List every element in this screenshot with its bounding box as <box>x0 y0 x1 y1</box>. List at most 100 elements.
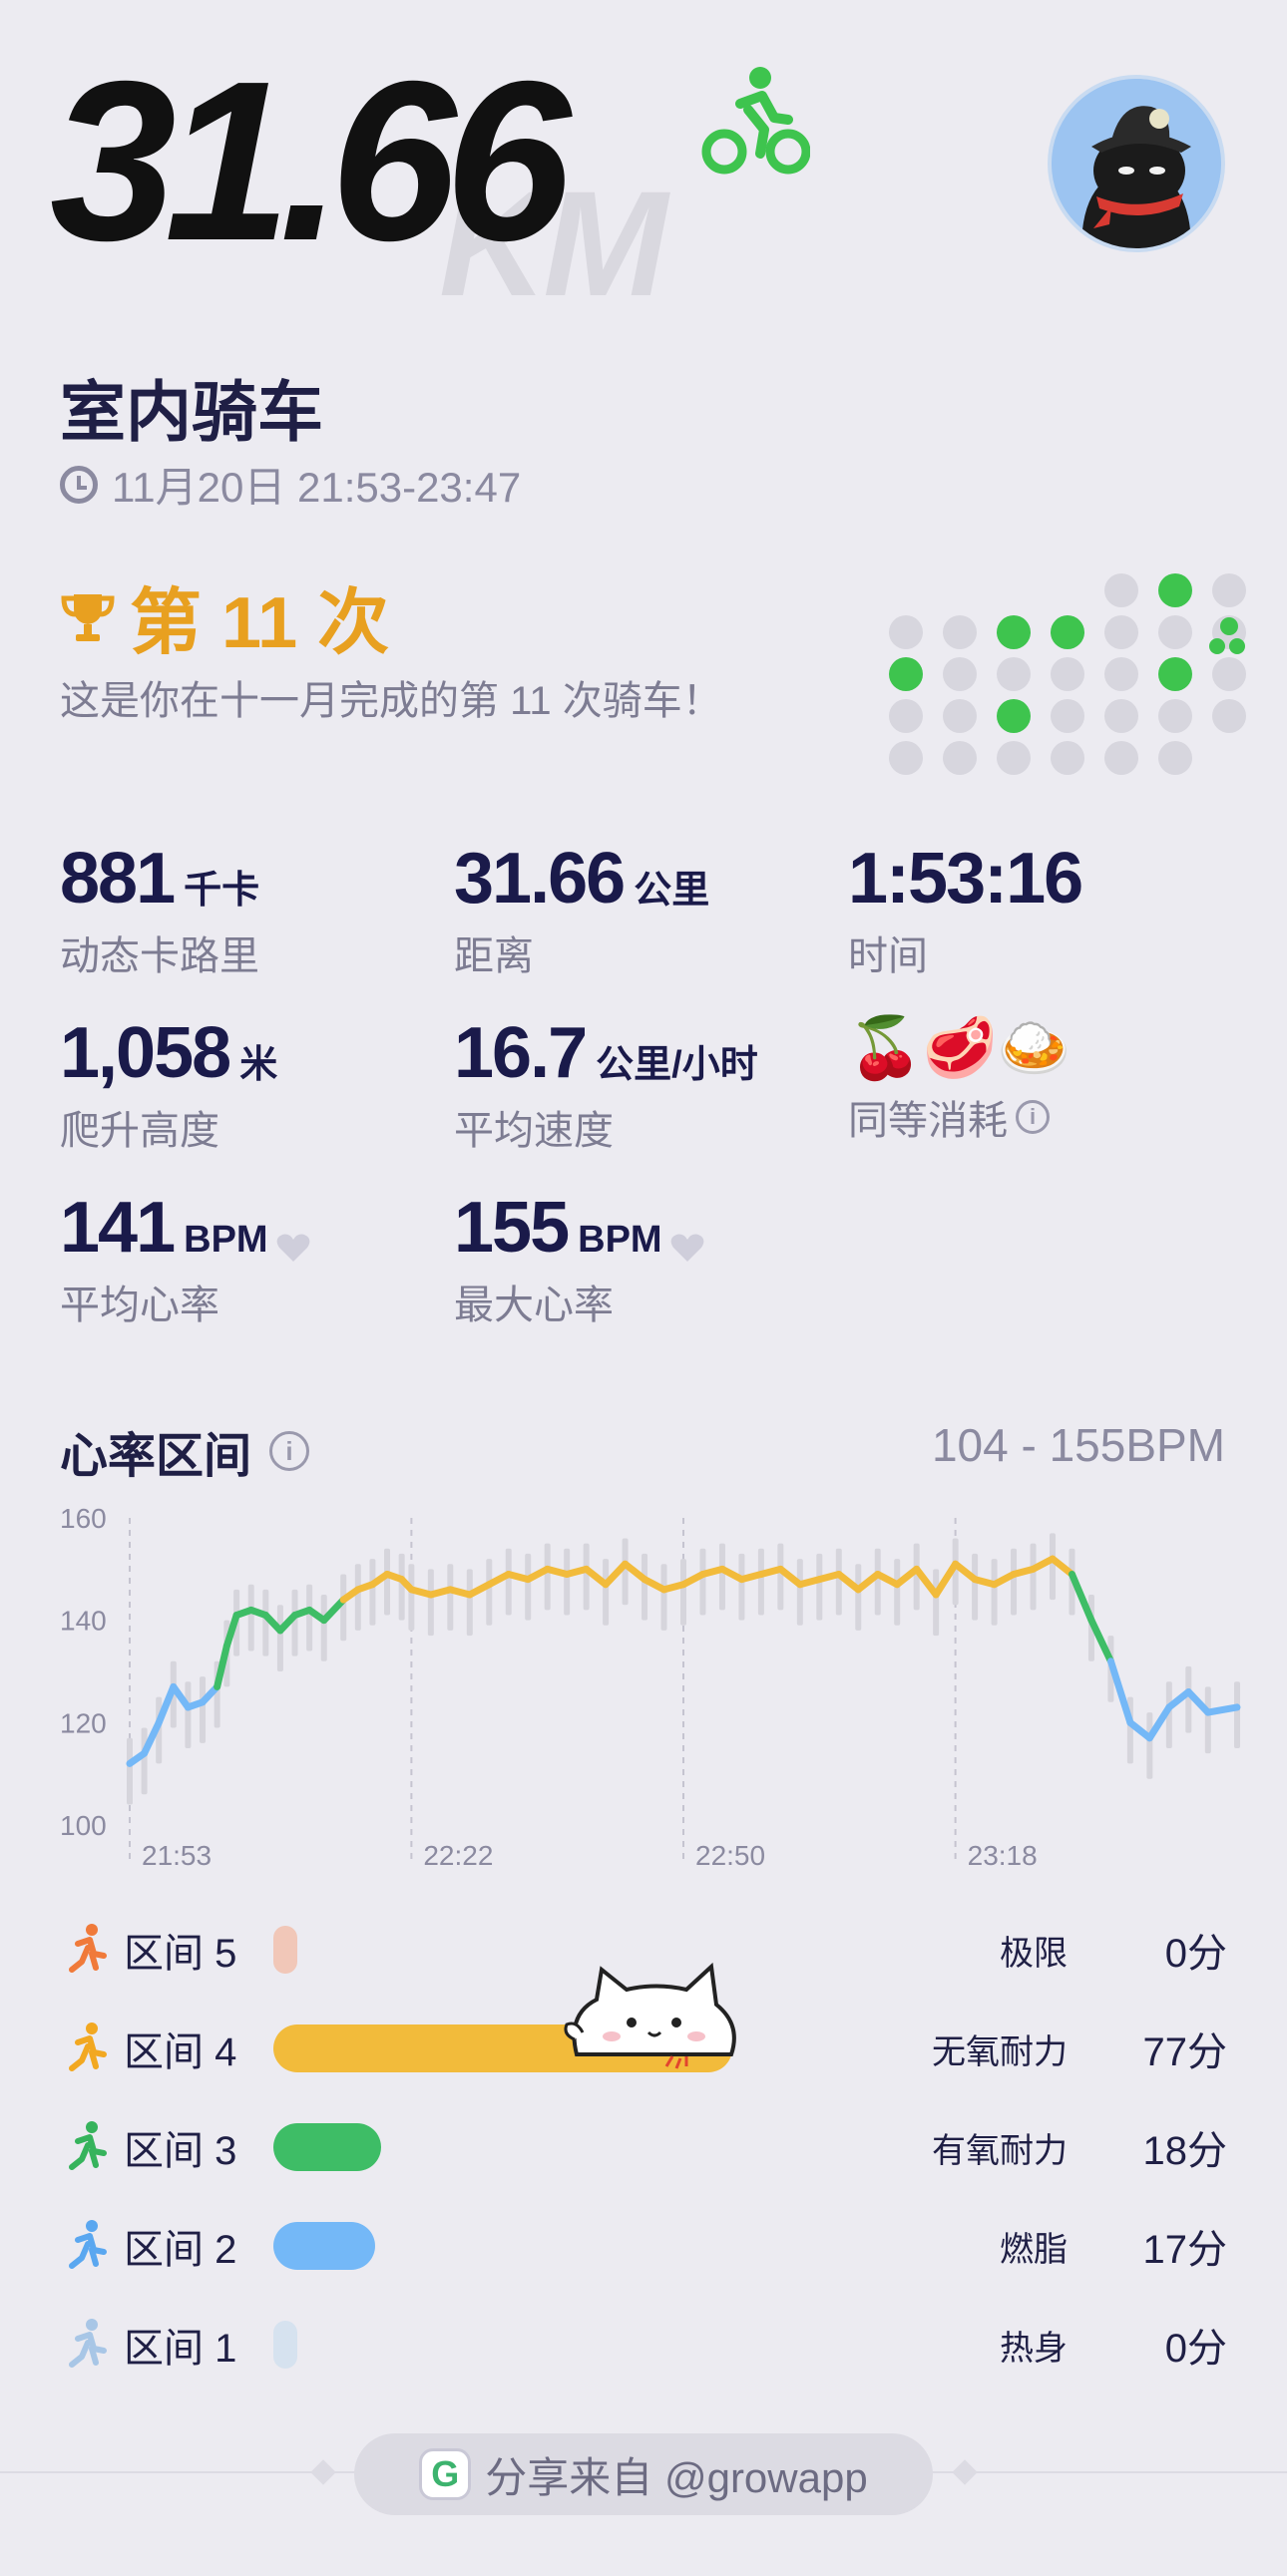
calories-label: 动态卡路里 <box>60 934 259 978</box>
hr-range-bar <box>1030 1543 1037 1611</box>
distance-unit: 公里 <box>634 870 710 912</box>
zone-bar <box>273 1926 297 1974</box>
calories-unit: 千卡 <box>184 870 260 912</box>
footer-diamond-left <box>310 2459 336 2485</box>
hr-range-bar <box>1185 1665 1192 1733</box>
y-tick-label: 120 <box>60 1707 107 1738</box>
zone-minutes: 0分 <box>1164 1932 1227 1976</box>
zone-name: 无氧耐力 <box>932 2032 1068 2071</box>
month-day-dot <box>1104 615 1138 649</box>
zone-label: 区间 5 <box>124 1932 237 1976</box>
equivalent-label: 同等消耗 <box>848 1099 1008 1143</box>
zone-name: 极限 <box>1000 1934 1068 1973</box>
growapp-logo-icon: G <box>419 2448 472 2500</box>
sprint-icon <box>69 1924 107 1973</box>
month-day-dot <box>1158 699 1192 733</box>
stat-calories: 881 千卡 动态卡路里 <box>60 838 259 981</box>
month-day-dot <box>943 699 977 733</box>
info-icon[interactable]: i <box>269 1431 310 1471</box>
clock-icon <box>60 465 98 504</box>
zone-track <box>273 2123 872 2171</box>
hr-range: 104 - 155BPM <box>931 1419 1225 1471</box>
zone-name: 有氧耐力 <box>932 2131 1068 2170</box>
hr-range-bar <box>583 1543 590 1611</box>
zone-label: 区间 4 <box>124 2030 237 2074</box>
hr-range-bar <box>276 1605 283 1671</box>
hr-range-bar <box>466 1569 473 1637</box>
avg-speed-unit: 公里/小时 <box>596 1044 758 1086</box>
hr-range-bar <box>262 1589 269 1656</box>
hr-range-bar <box>544 1543 551 1611</box>
hr-range-bar <box>185 1681 192 1748</box>
month-day-dot <box>1212 573 1246 607</box>
stat-time: 1:53:16 时间 <box>848 838 1083 981</box>
total-distance: 31.66 <box>50 35 572 288</box>
hr-range-bar <box>642 1553 648 1621</box>
stat-avg-speed: 16.7 公里/小时 平均速度 <box>454 1012 758 1156</box>
bike-icon <box>701 67 810 175</box>
hr-range-bar <box>320 1595 327 1661</box>
zone-label: 区间 1 <box>124 2327 237 2371</box>
hr-range-bar <box>505 1548 512 1616</box>
month-day-dot <box>997 615 1031 649</box>
hr-range-bar <box>1204 1686 1211 1754</box>
max-hr-label: 最大心率 <box>454 1284 614 1327</box>
zone-track <box>273 2321 872 2369</box>
y-tick-label: 140 <box>60 1606 107 1637</box>
zone-minutes: 0分 <box>1164 2327 1227 2371</box>
stat-elevation: 1,058 米 爬升高度 <box>60 1012 277 1156</box>
walk-icon <box>69 2220 107 2269</box>
zone-bar <box>273 2321 297 2369</box>
hr-range-bar <box>200 1676 207 1743</box>
hr-range-bar <box>796 1559 803 1626</box>
distance-label: 距离 <box>454 934 534 978</box>
stat-avg-hr: 141 BPM 平均心率 <box>60 1187 310 1330</box>
activity-datetime: 11月20日 21:53-23:47 <box>60 454 521 515</box>
month-day-dot <box>1212 699 1246 733</box>
hr-range-bar <box>835 1548 842 1616</box>
hr-range-bar <box>874 1548 881 1616</box>
month-day-dot <box>943 657 977 691</box>
hr-zone-row: 区间 1 热身 0分 <box>60 2310 1227 2380</box>
hr-range-bar <box>622 1538 629 1606</box>
month-day-dot <box>1104 699 1138 733</box>
share-footer[interactable]: G 分享来自 @growapp <box>354 2433 933 2515</box>
month-day-dot <box>1104 573 1138 607</box>
jog-icon <box>69 2121 107 2170</box>
y-tick-label: 160 <box>60 1503 107 1534</box>
hr-range-bar <box>933 1569 940 1637</box>
distance-value: 31.66 <box>454 839 626 919</box>
month-day-dot <box>1051 657 1084 691</box>
hr-range-bar <box>525 1553 532 1621</box>
info-icon[interactable]: i <box>1016 1100 1050 1134</box>
month-day-dot <box>889 615 923 649</box>
month-day-dot <box>1158 615 1192 649</box>
hr-range-bar <box>354 1564 361 1631</box>
zone-minutes: 77分 <box>1142 2030 1228 2074</box>
month-day-dot <box>997 657 1031 691</box>
hr-range-bar <box>777 1543 784 1611</box>
zone-minutes: 18分 <box>1142 2129 1228 2173</box>
month-day-dot <box>1158 741 1192 775</box>
month-activity-dots <box>889 573 1246 775</box>
x-tick-label: 23:18 <box>968 1840 1038 1871</box>
hr-range-bar <box>486 1559 493 1626</box>
zone-minutes: 17分 <box>1142 2228 1228 2272</box>
max-hr-value: 155 <box>454 1188 570 1268</box>
food-equivalent-icons: 🍒🥩🍛 <box>848 1014 1072 1081</box>
avg-hr-unit: BPM <box>184 1219 268 1261</box>
heart-rate-chart: 160 140 120 100 21:53 22:22 22:50 23:18 <box>60 1503 1241 1871</box>
avg-hr-value: 141 <box>60 1188 176 1268</box>
month-day-dot <box>1158 657 1192 691</box>
month-day-dot <box>997 741 1031 775</box>
stretch-icon <box>69 2319 107 2368</box>
cat-avatar-icon[interactable] <box>1048 75 1225 252</box>
zone-track <box>273 2222 872 2270</box>
hr-range-bar <box>306 1584 313 1652</box>
stat-equivalent[interactable]: 🍒🥩🍛 同等消耗 i <box>848 1012 1072 1146</box>
month-day-dot <box>943 741 977 775</box>
heart-icon <box>670 1234 703 1262</box>
footer-diamond-right <box>952 2459 978 2485</box>
activity-title: 室内骑车 <box>60 375 323 449</box>
x-tick-label: 21:53 <box>142 1840 212 1871</box>
